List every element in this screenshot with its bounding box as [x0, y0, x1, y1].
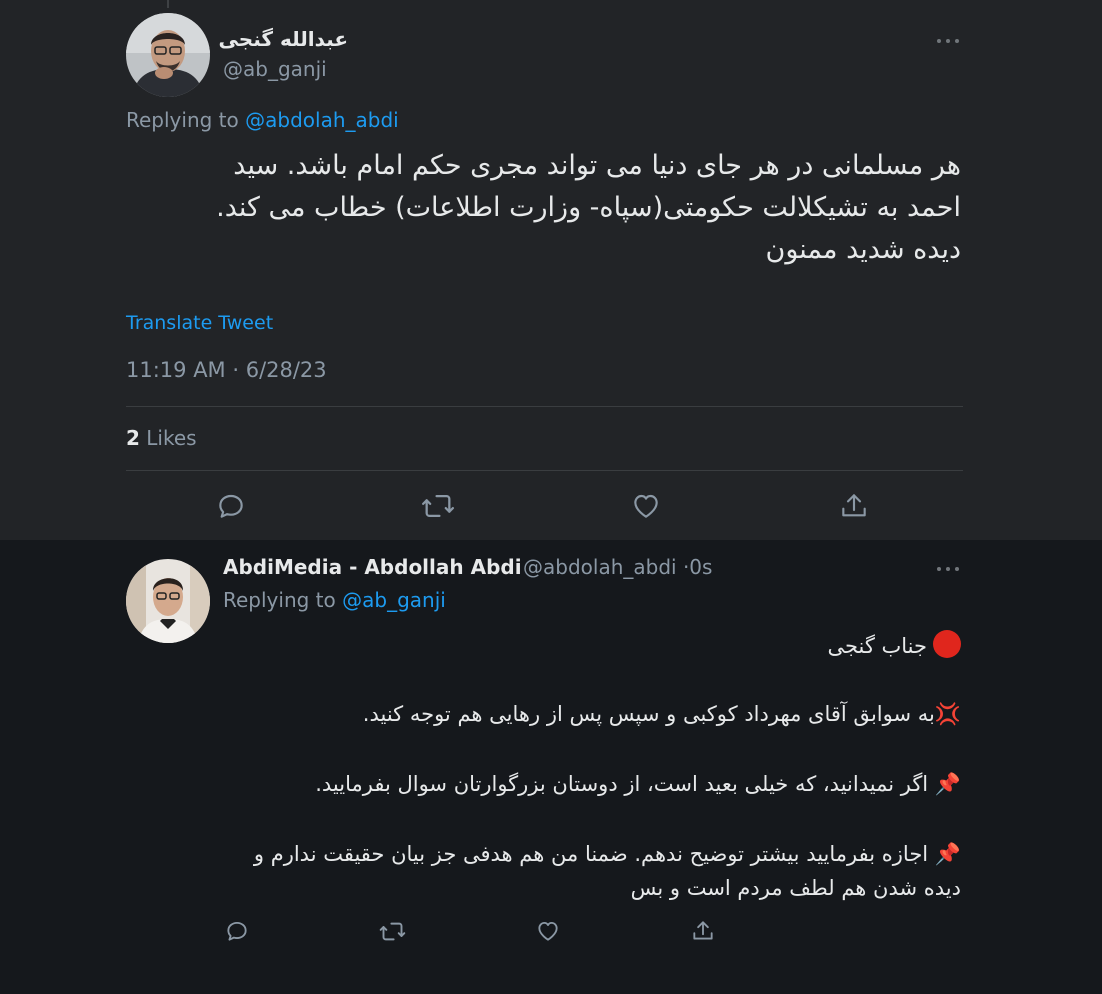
tweet-timestamp[interactable]: 11:19 AM · 6/28/23 [126, 358, 327, 382]
share-icon [693, 921, 713, 940]
thread-line [167, 0, 169, 8]
replying-prefix: Replying to [126, 108, 246, 132]
pin-icon: 📌 [934, 772, 961, 796]
reply-text-line: جناب گنجی [827, 630, 961, 658]
author-name[interactable]: عبدالله گنجی [219, 27, 348, 51]
reply-button[interactable] [222, 916, 252, 946]
retweet-button[interactable] [377, 916, 407, 946]
reply-author-handle[interactable]: @abdolah_abdi [523, 555, 677, 579]
tweet-text-line: دیده شدید ممنون [765, 234, 962, 265]
share-button[interactable] [688, 916, 718, 946]
replying-to: Replying to @abdolah_abdi [126, 108, 399, 132]
like-button[interactable] [533, 916, 563, 946]
like-button[interactable] [626, 486, 666, 526]
retweet-icon [379, 922, 405, 940]
divider [126, 406, 963, 407]
tweet-text-line: هر مسلمانی در هر جای دنیا می تواند مجری … [233, 150, 961, 181]
author-handle[interactable]: @ab_ganji [223, 57, 327, 81]
reply-text-line: 📌 اگر نمیدانید، که خیلی بعید است، از دوس… [315, 772, 961, 796]
reply-author-name[interactable]: AbdiMedia - Abdollah Abdi [223, 555, 522, 579]
reply-button[interactable] [211, 486, 251, 526]
likes-number: 2 [126, 426, 140, 450]
like-icon [634, 494, 658, 518]
reply-text-line: 💢به سوابق آقای مهرداد کوکبی و سپس پس از … [362, 702, 961, 726]
red-circle-icon [933, 630, 961, 658]
replying-to: Replying to @ab_ganji [223, 588, 446, 612]
retweet-button[interactable] [418, 486, 458, 526]
reply-time[interactable]: 0s [689, 555, 712, 579]
likes-label: Likes [146, 426, 197, 450]
retweet-icon [421, 494, 455, 518]
share-button[interactable] [834, 486, 874, 526]
reply-text-line: دیده شدن هم لطف مردم است و بس [630, 876, 961, 900]
reply-icon [219, 494, 243, 518]
replying-to-link[interactable]: @ab_ganji [342, 588, 446, 612]
tweet-text: هر مسلمانی در هر جای دنیا می تواند مجری … [141, 145, 961, 271]
more-icon[interactable] [936, 36, 962, 46]
share-icon [842, 494, 866, 517]
reply-author-meta: @abdolah_abdi ·0s [523, 555, 712, 579]
tweet-text-line: احمد به تشیکلالت حکومتی(سپاه- وزارت اطلا… [216, 192, 961, 223]
like-icon [538, 921, 558, 941]
replying-prefix: Replying to [223, 588, 343, 612]
pin-icon: 📌 [934, 842, 961, 866]
likes-count[interactable]: 2 Likes [126, 426, 197, 450]
replying-to-link[interactable]: @abdolah_abdi [245, 108, 399, 132]
anger-icon: 💢 [934, 702, 961, 726]
avatar[interactable] [126, 559, 210, 643]
reply-icon [227, 921, 247, 941]
avatar[interactable] [126, 13, 210, 97]
translate-tweet-link[interactable]: Translate Tweet [126, 312, 273, 334]
more-icon[interactable] [936, 564, 962, 574]
divider [126, 470, 963, 471]
reply-text-line: 📌 اجازه بفرمایید بیشتر توضیح ندهم. ضمنا … [253, 842, 961, 866]
